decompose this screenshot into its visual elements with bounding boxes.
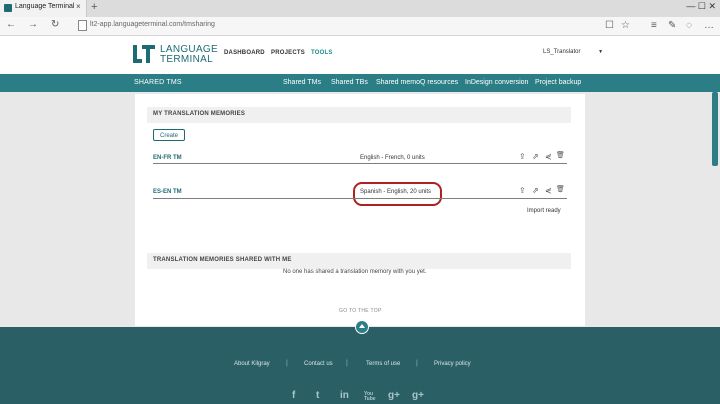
url-field[interactable]: lt2-app.languageterminal.com/tmsharing bbox=[76, 20, 596, 32]
site-footer bbox=[0, 327, 720, 404]
import-icon[interactable]: ⇪ bbox=[519, 186, 526, 195]
tm-name-en-fr[interactable]: EN-FR TM bbox=[153, 155, 182, 161]
share-icon[interactable]: ◌ bbox=[686, 20, 692, 31]
nav-dashboard[interactable]: DASHBOARD bbox=[224, 50, 265, 56]
create-tm-button[interactable]: Create bbox=[153, 129, 185, 141]
browser-tab[interactable]: Language Terminal × bbox=[0, 0, 87, 17]
footer-separator: | bbox=[346, 360, 348, 367]
go-to-top-button[interactable] bbox=[355, 320, 369, 334]
footer-link-about[interactable]: About Kilgray bbox=[234, 361, 270, 367]
main-content-panel bbox=[135, 94, 585, 326]
highlight-annotation bbox=[353, 182, 442, 206]
tm-name-es-en[interactable]: ES-EN TM bbox=[153, 189, 182, 195]
browser-tab-bar bbox=[0, 0, 720, 17]
nav-tools[interactable]: TOOLS bbox=[311, 50, 333, 56]
hub-icon[interactable]: ≡ bbox=[651, 20, 657, 31]
site-favicon-icon bbox=[4, 4, 12, 12]
footer-link-contact[interactable]: Contact us bbox=[304, 361, 333, 367]
section-title: SHARED TMS bbox=[134, 79, 182, 86]
delete-icon[interactable]: 🗑 bbox=[556, 151, 565, 159]
forward-icon[interactable]: → bbox=[28, 19, 38, 30]
tab-indesign-conversion[interactable]: InDesign conversion bbox=[465, 79, 528, 86]
tab-shared-tms[interactable]: Shared TMs bbox=[283, 79, 321, 86]
export-icon[interactable]: ⇗ bbox=[532, 152, 539, 161]
google-plus-icon[interactable]: g+ bbox=[388, 390, 400, 401]
share-tm-icon[interactable]: ⋞ bbox=[545, 186, 552, 195]
export-icon[interactable]: ⇗ bbox=[532, 186, 539, 195]
address-bar: ← → ↻ lt2-app.languageterminal.com/tmsha… bbox=[0, 17, 720, 36]
favorite-star-icon[interactable]: ☆ bbox=[621, 20, 630, 31]
chevron-down-icon: ▼ bbox=[598, 49, 604, 55]
googleplus-icon[interactable]: g+ bbox=[412, 390, 424, 401]
tab-project-backup[interactable]: Project backup bbox=[535, 79, 581, 86]
linkedin-icon[interactable]: in bbox=[340, 390, 349, 401]
my-tms-title: MY TRANSLATION MEMORIES bbox=[153, 111, 246, 117]
tab-close-icon[interactable]: × bbox=[76, 2, 81, 11]
logo-lt-icon[interactable] bbox=[133, 45, 155, 63]
twitter-icon[interactable]: t bbox=[316, 390, 319, 401]
footer-separator: | bbox=[286, 360, 288, 367]
row-divider bbox=[153, 198, 567, 199]
page-icon bbox=[78, 20, 87, 31]
delete-icon[interactable]: 🗑 bbox=[556, 185, 565, 193]
notes-icon[interactable]: ✎ bbox=[668, 20, 676, 31]
facebook-icon[interactable]: f bbox=[292, 390, 295, 401]
footer-link-privacy[interactable]: Privacy policy bbox=[434, 361, 471, 367]
site-header bbox=[0, 36, 720, 74]
shared-tms-empty-message: No one has shared a translation memory w… bbox=[283, 269, 427, 275]
more-icon[interactable]: … bbox=[704, 20, 714, 31]
row-divider bbox=[153, 163, 567, 164]
footer-separator: | bbox=[416, 360, 418, 367]
side-scroll-tab[interactable] bbox=[712, 92, 718, 166]
share-tm-icon[interactable]: ⋞ bbox=[545, 152, 552, 161]
youtube-icon[interactable]: You Tube bbox=[364, 392, 378, 402]
import-status: Import ready bbox=[527, 208, 561, 214]
user-menu[interactable]: LS_Translator ▼ bbox=[543, 49, 603, 55]
url-text: lt2-app.languageterminal.com/tmsharing bbox=[90, 21, 215, 28]
import-icon[interactable]: ⇪ bbox=[519, 152, 526, 161]
go-to-top-label[interactable]: GO TO THE TOP bbox=[339, 308, 382, 314]
logo-line-2: TERMINAL bbox=[160, 54, 213, 65]
tab-shared-tbs[interactable]: Shared TBs bbox=[331, 79, 368, 86]
back-icon[interactable]: ← bbox=[6, 19, 16, 30]
shared-tms-title: TRANSLATION MEMORIES SHARED WITH ME bbox=[153, 257, 292, 263]
footer-link-terms[interactable]: Terms of use bbox=[366, 361, 400, 367]
refresh-icon[interactable]: ↻ bbox=[51, 19, 59, 30]
nav-projects[interactable]: PROJECTS bbox=[271, 50, 305, 56]
tm-desc-en-fr: English - French, 0 units bbox=[360, 155, 425, 161]
logo-text[interactable]: LANGUAGE TERMINAL bbox=[160, 45, 218, 65]
reading-view-icon[interactable]: ☐ bbox=[605, 20, 614, 31]
tab-title: Language Terminal bbox=[15, 3, 75, 10]
user-name: LS_Translator bbox=[543, 49, 581, 55]
window-controls[interactable]: — ☐ ✕ bbox=[686, 1, 716, 12]
tab-shared-memoq-resources[interactable]: Shared memoQ resources bbox=[376, 79, 458, 86]
new-tab-button[interactable]: + bbox=[91, 1, 97, 13]
